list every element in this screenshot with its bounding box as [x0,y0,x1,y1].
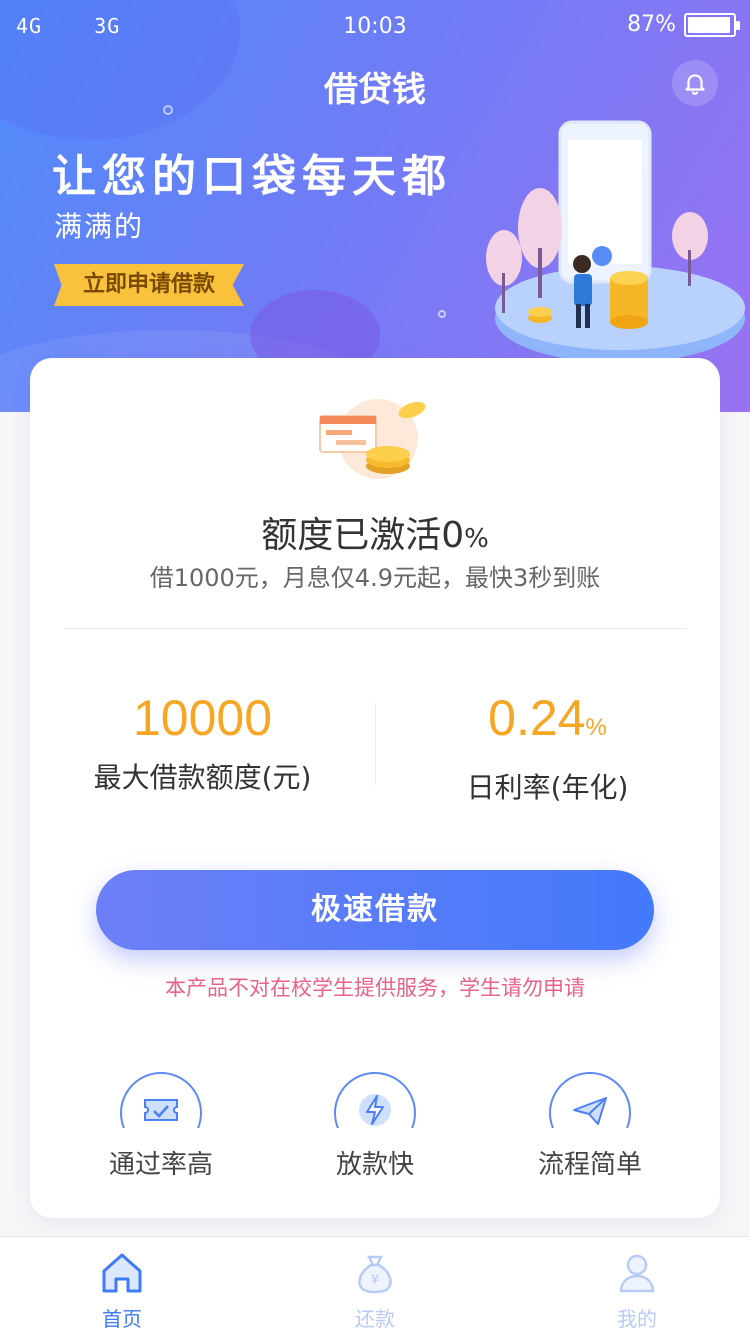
header-banner: 4G 3G 10:03 87% 借贷钱 让您的口袋每天都 满满的 立即申请借款 [0,0,750,412]
banner-slogan-sub: 满满的 [54,210,145,243]
max-amount-value: 10000 [132,690,273,746]
daily-rate-number: 0.24 [488,690,586,746]
feature-label: 通过率高 [108,1150,213,1180]
feature-arc [120,1072,202,1128]
quota-percent-sign: % [464,524,489,554]
student-notice: 本产品不对在校学生提供服务，学生请勿申请 [165,976,585,1000]
daily-rate-value: 0.24% [375,690,720,756]
divider [64,628,686,629]
apply-loan-tag[interactable]: 立即申请借款 [54,264,244,306]
tab-label: 还款 [355,1307,395,1331]
feature-label: 流程简单 [537,1150,642,1180]
daily-rate-stat: 0.24% 日利率(年化) [375,690,720,806]
home-icon [102,1253,142,1293]
daily-rate-unit: % [585,714,607,741]
battery-icon [684,12,740,37]
daily-rate-label: 日利率(年化) [466,771,629,804]
feature-simple-process: 流程简单 [510,1072,670,1181]
max-amount-label: 最大借款额度(元) [93,761,312,794]
quota-illustration [319,399,426,479]
quota-subtitle: 借1000元，月息仅4.9元起，最快3秒到账 [149,564,601,592]
tab-repay[interactable]: ¥ 还款 [300,1249,450,1332]
bell-icon [685,74,705,95]
decor-ring [438,310,446,318]
tab-home[interactable]: 首页 [47,1249,197,1332]
lightning-icon [359,1094,391,1126]
battery-indicator: 87% [627,12,740,37]
ticket-check-icon [144,1099,178,1121]
feature-high-approval: 通过率高 [81,1072,241,1181]
feature-arc [334,1072,416,1128]
tab-label: 我的 [617,1307,657,1331]
page-title: 借贷钱 [324,70,426,110]
feature-fast-payout: 放款快 [295,1072,455,1181]
status-bar: 4G 3G 10:03 87% [0,0,750,52]
notification-button[interactable] [672,60,718,106]
money-bag-icon: ¥ [358,1255,392,1294]
quota-title: 额度已激活0% [30,506,720,558]
loan-card: 额度已激活0% 借1000元，月息仅4.9元起，最快3秒到账 10000 最大借… [30,358,720,1218]
feature-arc [549,1072,631,1128]
paper-plane-icon [573,1097,607,1125]
quota-title-text: 额度已激活0 [261,515,465,556]
banner-illustration [486,120,745,363]
user-icon [619,1254,655,1293]
feature-label: 放款快 [335,1150,414,1180]
max-amount-stat: 10000 最大借款额度(元) [30,690,375,796]
bottom-tab-bar: 首页 ¥ 还款 我的 [0,1236,750,1334]
svg-text:¥: ¥ [371,1273,379,1288]
banner-slogan: 让您的口袋每天都 [52,151,452,202]
tab-mine[interactable]: 我的 [562,1249,712,1332]
battery-percent: 87% [627,12,676,37]
quick-loan-button[interactable]: 极速借款 [96,870,654,950]
tab-label: 首页 [102,1307,142,1331]
